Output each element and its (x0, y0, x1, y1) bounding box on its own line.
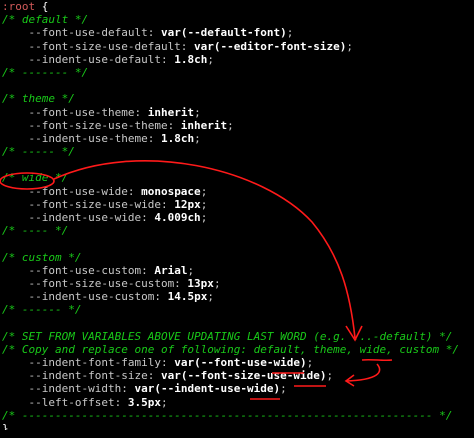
css-value: var(--editor-font-size) (187, 39, 347, 53)
semicolon: ; (160, 395, 168, 409)
css-property: --indent-width: (2, 382, 128, 396)
semicolon: ; (200, 184, 208, 198)
code-line: /* -------------------------------------… (0, 409, 474, 422)
code-line: /* default */ (0, 13, 474, 26)
code-line: --font-size-use-default: var(--editor-fo… (0, 40, 474, 53)
css-property: --indent-use-wide: (2, 211, 148, 224)
code-line: --indent-font-family: var(--font-use-wid… (0, 356, 474, 369)
semicolon: ; (194, 105, 201, 119)
code-line: /* SET FROM VARIABLES ABOVE UPDATING LAS… (0, 330, 474, 343)
css-value: 13px (180, 276, 214, 290)
css-value: Arial (147, 263, 188, 277)
code-line: :root { (0, 0, 474, 13)
code-comment: /* ----- */ (2, 145, 75, 159)
css-property: --indent-use-custom: (2, 290, 161, 304)
css-value: var(--font-use-wide) (167, 356, 307, 370)
css-value: monospace (134, 184, 201, 198)
css-property: --indent-use-theme: (2, 131, 155, 145)
semicolon: ; (194, 131, 201, 145)
code-line: --indent-use-wide: 4.009ch; (0, 211, 474, 224)
open-brace: { (35, 0, 49, 13)
css-property: --font-size-use-wide: (2, 197, 168, 211)
css-property: --indent-use-default: (2, 52, 168, 66)
css-value: inherit (141, 105, 195, 119)
code-line: --font-use-wide: monospace; (0, 185, 474, 198)
css-property: --font-use-custom: (2, 263, 148, 277)
code-line: --font-use-default: var(--default-font); (0, 26, 474, 39)
css-selector: :root (2, 0, 36, 13)
css-property: --font-size-use-theme: (2, 118, 175, 132)
css-value: 3.5px (121, 395, 161, 409)
css-value: 1.8ch (167, 52, 208, 66)
semicolon: ; (286, 26, 294, 40)
css-property: --font-use-default: (2, 26, 155, 40)
semicolon: ; (200, 211, 208, 224)
code-comment: /* custom */ (2, 250, 82, 264)
css-value: 14.5px (160, 290, 208, 304)
semicolon: ; (213, 276, 221, 290)
code-comment: /* ---- */ (2, 224, 69, 238)
code-line: } (0, 422, 474, 430)
semicolon: ; (207, 52, 214, 66)
code-line: --font-size-use-custom: 13px; (0, 277, 474, 290)
code-editor[interactable]: :root {/* default */ --font-use-default:… (0, 0, 474, 438)
css-value: var(--default-font) (154, 26, 287, 40)
css-value: var(--font-size-use-wide) (154, 369, 327, 383)
code-comment: /* ------- */ (2, 65, 89, 79)
code-line: --indent-use-default: 1.8ch; (0, 53, 474, 66)
code-line: /* wide */ (0, 171, 474, 184)
semicolon: ; (346, 39, 354, 53)
code-line: --font-use-theme: inherit; (0, 106, 474, 119)
code-line: --left-offset: 3.5px; (0, 396, 474, 409)
code-line: /* ------ */ (0, 303, 474, 316)
css-value: 4.009ch (147, 211, 201, 224)
code-line: --indent-use-custom: 14.5px; (0, 290, 474, 303)
code-line: /* ------- */ (0, 66, 474, 79)
css-property: --font-size-use-default: (2, 39, 188, 53)
code-line: /* ----- */ (0, 145, 474, 158)
css-property: --left-offset: (2, 395, 122, 409)
code-line: /* theme */ (0, 92, 474, 105)
code-line: --indent-width: var(--indent-use-wide); (0, 382, 474, 395)
code-comment: /* theme */ (2, 92, 75, 106)
code-comment: /* default */ (2, 13, 89, 27)
css-value: inherit (174, 118, 228, 132)
semicolon: ; (227, 118, 234, 132)
close-brace: } (2, 422, 9, 430)
code-line: --font-size-use-theme: inherit; (0, 119, 474, 132)
code-comment: /* wide */ (2, 171, 69, 185)
css-property: --font-use-theme: (2, 105, 142, 119)
code-line: /* ---- */ (0, 224, 474, 237)
semicolon: ; (187, 263, 195, 277)
code-line: /* Copy and replace one of following: de… (0, 343, 474, 356)
code-comment: /* SET FROM VARIABLES ABOVE UPDATING LAS… (2, 329, 453, 343)
semicolon: ; (200, 197, 208, 211)
code-line: --font-use-custom: Arial; (0, 264, 474, 277)
code-line: --font-size-use-wide: 12px; (0, 198, 474, 211)
code-comment: /* ------ */ (2, 303, 82, 317)
semicolon: ; (306, 356, 314, 370)
css-value: var(--indent-use-wide) (127, 382, 281, 396)
code-comment: /* -------------------------------------… (2, 408, 453, 422)
code-line: --indent-font-size: var(--font-size-use-… (0, 369, 474, 382)
css-property: --indent-font-family: (2, 356, 168, 370)
css-value: 1.8ch (154, 131, 195, 145)
css-property: --font-use-wide: (2, 184, 135, 198)
semicolon: ; (207, 290, 214, 304)
css-property: --indent-font-size: (2, 369, 155, 383)
semicolon: ; (326, 369, 334, 383)
code-comment: /* Copy and replace one of following: de… (2, 342, 459, 356)
code-line: --indent-use-theme: 1.8ch; (0, 132, 474, 145)
semicolon: ; (280, 382, 287, 396)
css-value: 12px (167, 197, 201, 211)
css-property: --font-size-use-custom: (2, 276, 181, 290)
code-line: /* custom */ (0, 251, 474, 264)
